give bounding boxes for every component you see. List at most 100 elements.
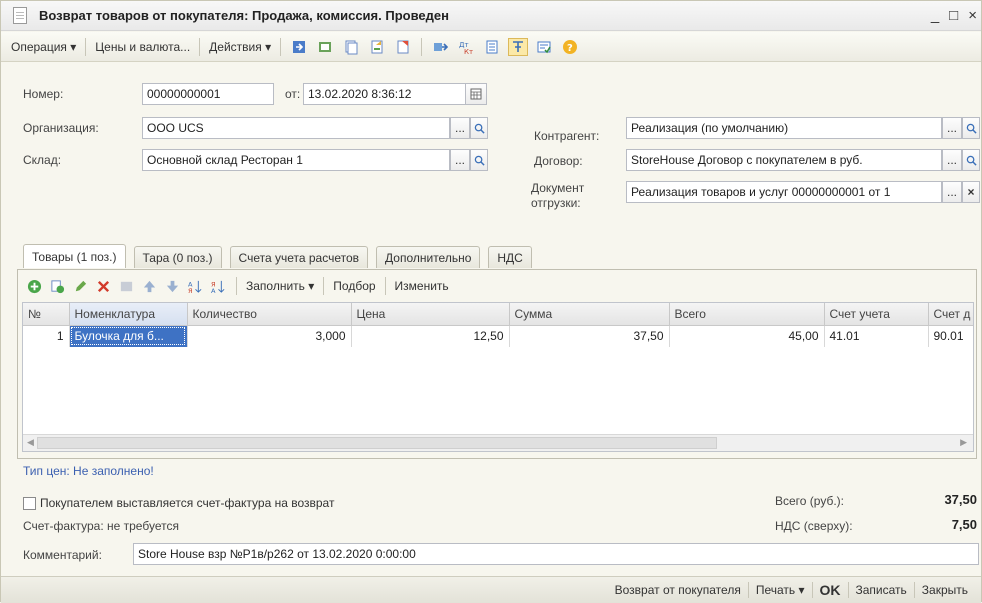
svg-text:?: ? (567, 43, 573, 54)
structure-icon[interactable] (508, 37, 529, 56)
edit-button[interactable]: Изменить (391, 279, 453, 293)
warehouse-open-button[interactable] (470, 149, 488, 171)
number-label: Номер: (23, 87, 64, 101)
post-and-close-icon[interactable] (289, 38, 309, 56)
help-icon[interactable]: ? (560, 38, 580, 56)
copy-row-icon[interactable] (47, 276, 67, 296)
cell-price[interactable]: 12,50 (351, 325, 510, 347)
contract-select-button[interactable]: ... (942, 149, 962, 171)
shipment-label-line2: отгрузки: (531, 196, 581, 210)
magnifier-icon (474, 123, 485, 134)
shipment-clear-button[interactable]: × (962, 181, 980, 203)
goods-tab-panel: АЯ ЯА Заполнить ▾ Подбор Изменить № Номе… (17, 269, 977, 459)
sort-descending-icon[interactable]: ЯА (208, 276, 228, 296)
vat-value: 7,50 (951, 517, 977, 532)
cell-account-2[interactable]: 90.01 (928, 325, 973, 347)
cell-item[interactable]: Булочка для б... (69, 325, 188, 347)
move-down-icon[interactable] (162, 276, 182, 296)
delete-row-icon[interactable] (93, 276, 113, 296)
close-button[interactable]: × (968, 7, 977, 24)
magnifier-icon (966, 123, 977, 134)
tab-packaging[interactable]: Тара (0 поз.) (133, 246, 222, 268)
operation-menu[interactable]: Операция ▾ (7, 40, 80, 54)
scroll-left-icon[interactable]: ◀ (27, 437, 34, 448)
separator (280, 37, 282, 56)
invoice-return-checkbox[interactable]: Покупателем выставляется счет-фактура на… (23, 496, 334, 510)
shipment-select-button[interactable]: ... (942, 181, 962, 203)
scroll-thumb[interactable] (37, 437, 717, 449)
column-header-account[interactable]: Счет учета (824, 303, 929, 326)
fill-menu[interactable]: Заполнить ▾ (242, 279, 318, 293)
cell-total[interactable]: 45,00 (669, 325, 825, 347)
organization-field[interactable]: ООО UCS (142, 117, 450, 139)
tab-vat[interactable]: НДС (488, 246, 532, 268)
actions-menu[interactable]: Действия ▾ (205, 40, 275, 54)
magnifier-icon (966, 155, 977, 166)
print-menu[interactable]: Печать ▾ (749, 583, 812, 597)
cell-quantity[interactable]: 3,000 (187, 325, 352, 347)
return-from-buyer-button[interactable]: Возврат от покупателя (608, 583, 748, 597)
contract-field[interactable]: StoreHouse Договор с покупателем в руб. (626, 149, 942, 171)
counterparty-field[interactable]: Реализация (по умолчанию) (626, 117, 942, 139)
cell-number[interactable]: 1 (23, 325, 70, 347)
column-header-sum[interactable]: Сумма (509, 303, 670, 326)
organization-select-button[interactable]: ... (450, 117, 470, 139)
table-row[interactable]: 1 Булочка для б... 3,000 12,50 37,50 45,… (23, 325, 973, 347)
cell-sum[interactable]: 37,50 (509, 325, 670, 347)
column-header-number[interactable]: № (23, 303, 70, 326)
add-row-icon[interactable] (24, 276, 44, 296)
minimize-button[interactable]: _ (931, 7, 939, 24)
counterparty-select-button[interactable]: ... (942, 117, 962, 139)
edit-row-icon[interactable] (70, 276, 90, 296)
total-label: Всего (руб.): (775, 494, 845, 508)
window-title: Возврат товаров от покупателя: Продажа, … (39, 8, 449, 23)
comment-field[interactable]: Store House взр №Р1в/р262 от 13.02.2020 … (133, 543, 979, 565)
number-field[interactable]: 00000000001 (142, 83, 274, 105)
column-header-price[interactable]: Цена (351, 303, 510, 326)
close-form-button[interactable]: Закрыть (915, 583, 975, 597)
column-header-total[interactable]: Всего (669, 303, 825, 326)
svg-text:А: А (211, 287, 216, 294)
post-icon[interactable] (315, 38, 335, 56)
svg-text:Кт: Кт (464, 48, 473, 55)
report-icon[interactable] (482, 38, 502, 56)
warehouse-field[interactable]: Основной склад Ресторан 1 (142, 149, 450, 171)
end-edit-icon[interactable] (116, 276, 136, 296)
column-header-quantity[interactable]: Количество (187, 303, 352, 326)
maximize-button[interactable]: □ (949, 7, 958, 24)
move-menu-icon[interactable] (430, 38, 450, 56)
base-on-icon[interactable] (367, 38, 387, 56)
calendar-button[interactable] (465, 83, 487, 105)
counterparty-open-button[interactable] (962, 117, 980, 139)
checkbox-box[interactable] (23, 496, 36, 510)
scroll-right-icon[interactable]: ▶ (960, 437, 967, 448)
cell-account[interactable]: 41.01 (824, 325, 929, 347)
date-field[interactable]: 13.02.2020 8:36:12 (303, 83, 465, 105)
tab-goods[interactable]: Товары (1 поз.) (23, 244, 126, 268)
copy-document-icon[interactable] (341, 38, 361, 56)
warehouse-label: Склад: (23, 153, 62, 167)
horizontal-scrollbar[interactable]: ◀ ▶ (23, 434, 973, 451)
shipment-label: Документ отгрузки: (531, 181, 584, 211)
accounting-entries-icon[interactable]: Дт Кт (456, 38, 476, 56)
price-type-link[interactable]: Тип цен: Не заполнено! (23, 464, 154, 478)
organization-open-button[interactable] (470, 117, 488, 139)
column-header-item[interactable]: Номенклатура (69, 303, 188, 326)
hierarchy-icon[interactable] (393, 38, 413, 56)
tab-additional[interactable]: Дополнительно (376, 246, 481, 268)
invoice-status-text: Счет-фактура: не требуется (23, 519, 179, 533)
separator (236, 277, 237, 295)
prices-currency-button[interactable]: Цены и валюта... (91, 40, 194, 54)
move-up-icon[interactable] (139, 276, 159, 296)
edit-form-icon[interactable] (534, 38, 554, 56)
warehouse-select-button[interactable]: ... (450, 149, 470, 171)
column-header-account-2[interactable]: Счет д (928, 303, 973, 326)
organization-label: Организация: (23, 121, 99, 135)
contract-open-button[interactable] (962, 149, 980, 171)
pick-button[interactable]: Подбор (329, 279, 379, 293)
ok-button[interactable]: OK (813, 582, 848, 598)
shipment-document-field[interactable]: Реализация товаров и услуг 00000000001 о… (626, 181, 942, 203)
sort-ascending-icon[interactable]: АЯ (185, 276, 205, 296)
tab-settlement-accounts[interactable]: Счета учета расчетов (229, 246, 369, 268)
save-button[interactable]: Записать (849, 583, 914, 597)
